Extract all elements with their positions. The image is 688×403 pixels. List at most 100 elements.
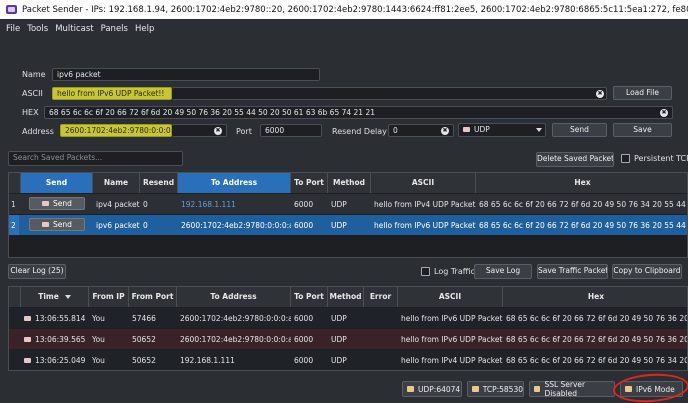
cell-to-port: 6000 — [294, 355, 314, 365]
network-icon — [625, 386, 632, 392]
cell-from-port: 50652 — [132, 355, 156, 365]
log-table-header: Time From IP From Port To Address To Por… — [9, 287, 687, 307]
delete-saved-button[interactable]: Delete Saved Packet — [536, 152, 614, 167]
col-hex[interactable]: Hex — [476, 173, 687, 193]
log-row[interactable]: 13:06:25.049 You 50652 192.168.1.111 600… — [9, 350, 687, 370]
cell-method: UDP — [331, 334, 347, 344]
window-titlebar: Packet Sender - IPs: 192.168.1.94, 2600:… — [0, 0, 688, 19]
tcp-status-button[interactable]: TCP:58530 — [467, 381, 524, 397]
search-saved-input[interactable]: Search Saved Packets... — [8, 151, 183, 166]
ipv6-mode-button[interactable]: IPv6 Mode — [620, 381, 683, 397]
cell-ascii: hello from IPv6 UDP Packet!! — [401, 313, 503, 323]
col-time[interactable]: Time — [21, 287, 89, 307]
envelope-icon — [24, 336, 31, 342]
cell-from-ip: You — [92, 334, 105, 344]
cell-name: ipv4 packet — [96, 199, 140, 209]
col-send[interactable]: Send — [21, 173, 93, 193]
menu-tools[interactable]: Tools — [27, 24, 48, 34]
col-from-port[interactable]: From Port — [129, 287, 177, 307]
udp-status-button[interactable]: UDP:64074 — [402, 381, 462, 397]
cell-time: 13:06:55.814 — [21, 308, 89, 328]
save-button[interactable]: Save — [613, 123, 672, 137]
ssl-status-button[interactable]: SSL Server Disabled — [529, 380, 615, 398]
col-to-address[interactable]: To Address — [178, 173, 291, 193]
protocol-select[interactable]: UDP — [458, 123, 546, 137]
ascii-input[interactable]: hello from IPv6 UDP Packet!! — [52, 87, 172, 100]
cell-method: UDP — [331, 199, 347, 209]
traffic-log-table: Time From IP From Port To Address To Por… — [8, 286, 688, 371]
clear-log-button[interactable]: Clear Log (25) — [8, 264, 66, 279]
address-clear-icon[interactable]: ✖ — [214, 127, 222, 135]
window-title: Packet Sender - IPs: 192.168.1.94, 2600:… — [22, 4, 688, 15]
log-row[interactable]: 13:06:39.565 You 50652 2600:1702:4eb2:97… — [9, 329, 687, 349]
persistent-tcp-checkbox[interactable] — [621, 154, 630, 163]
col-from-ip[interactable]: From IP — [89, 287, 129, 307]
col-ascii[interactable]: ASCII — [371, 173, 476, 193]
load-file-button[interactable]: Load File — [613, 86, 672, 100]
port-input[interactable]: 6000 — [260, 124, 322, 137]
row-send-button[interactable]: Send — [29, 218, 85, 231]
saved-table-header: Send Name Resend To Address To Port Meth… — [9, 173, 687, 193]
save-log-button[interactable]: Save Log — [474, 264, 532, 279]
cell-resend: 0 — [143, 199, 148, 209]
col-error[interactable]: Error — [364, 287, 398, 307]
send-button[interactable]: Send — [552, 123, 607, 137]
address-input[interactable]: 2600:1702:4eb2:9780:0:0:0:abcd — [60, 124, 172, 137]
name-input[interactable]: ipv6 packet — [52, 68, 320, 81]
cell-resend: 0 — [143, 220, 148, 230]
row-number: 2 — [9, 215, 19, 235]
envelope-icon — [24, 357, 31, 363]
hex-label: HEX — [22, 108, 39, 117]
copy-clipboard-button[interactable]: Copy to Clipboard — [612, 264, 682, 279]
cell-ascii: hello from IPv4 UDP Packet!! — [401, 355, 503, 365]
cell-hex: 68 65 6c 6c 6f 20 66 72 6f 6d 20 49 50 7… — [506, 334, 688, 344]
persistent-tcp-label: Persistent TCP — [634, 154, 688, 163]
row-number: 1 — [11, 199, 16, 209]
envelope-icon — [24, 315, 31, 321]
col-to-address[interactable]: To Address — [177, 287, 291, 307]
envelope-icon — [42, 201, 50, 206]
ascii-label: ASCII — [22, 89, 43, 98]
row-send-button[interactable]: Send — [29, 197, 85, 210]
cell-to-address: 192.168.1.111 — [180, 355, 235, 365]
menu-help[interactable]: Help — [135, 24, 154, 34]
col-method[interactable]: Method — [328, 173, 371, 193]
status-bar: UDP:64074 TCP:58530 SSL Server Disabled … — [0, 378, 688, 403]
log-traffic-checkbox[interactable] — [421, 267, 430, 276]
col-method[interactable]: Method — [328, 287, 364, 307]
saved-packets-table: Send Name Resend To Address To Port Meth… — [8, 172, 688, 258]
hex-clear-icon[interactable]: ✖ — [660, 109, 668, 117]
cell-error — [364, 308, 398, 328]
saved-table-row-selected[interactable]: 2 Send ipv6 packet 0 2600:1702:4eb2:9780… — [9, 215, 687, 235]
saved-table-row[interactable]: 1 Send ipv4 packet 0 192.168.1.111 6000 … — [9, 194, 687, 214]
menu-panels[interactable]: Panels — [101, 24, 128, 34]
col-hex[interactable]: Hex — [503, 287, 687, 307]
col-to-port[interactable]: To Port — [291, 287, 328, 307]
log-row[interactable]: 13:06:55.814 You 57466 2600:1702:4eb2:97… — [9, 308, 687, 328]
cell-ascii: hello from IPv6 UDP Packet!! — [401, 334, 503, 344]
app-icon — [6, 5, 17, 14]
cell-method: UDP — [331, 355, 347, 365]
col-ascii[interactable]: ASCII — [398, 287, 503, 307]
save-traffic-button[interactable]: Save Traffic Packet — [537, 264, 608, 279]
hex-input[interactable]: 68 65 6c 6c 6f 20 66 72 6f 6d 20 49 50 7… — [44, 106, 673, 119]
resend-clear-icon[interactable]: ✖ — [441, 127, 449, 135]
resend-delay-label: Resend Delay — [332, 127, 387, 136]
cell-to-port: 6000 — [294, 199, 314, 209]
lock-icon — [534, 386, 541, 392]
sort-down-icon — [64, 295, 71, 299]
col-to-port[interactable]: To Port — [291, 173, 328, 193]
log-traffic-label: Log Traffic — [434, 267, 475, 276]
cell-hex: 68 65 6c 6c 6f 20 66 72 6f 6d 20 49 50 7… — [506, 355, 688, 365]
menu-multicast[interactable]: Multicast — [55, 24, 93, 34]
menu-file[interactable]: File — [6, 24, 20, 34]
address-label: Address — [22, 127, 54, 136]
chevron-down-icon — [536, 128, 542, 132]
ascii-input-tail[interactable] — [172, 87, 607, 100]
ascii-clear-icon[interactable]: ✖ — [596, 90, 604, 98]
cell-error — [364, 350, 398, 370]
cell-hex: 68 65 6c 6c 6f 20 66 72 6f 6d 20 49 50 7… — [479, 220, 688, 230]
cell-to-port: 6000 — [294, 334, 314, 344]
col-name[interactable]: Name — [93, 173, 140, 193]
col-resend[interactable]: Resend — [140, 173, 178, 193]
